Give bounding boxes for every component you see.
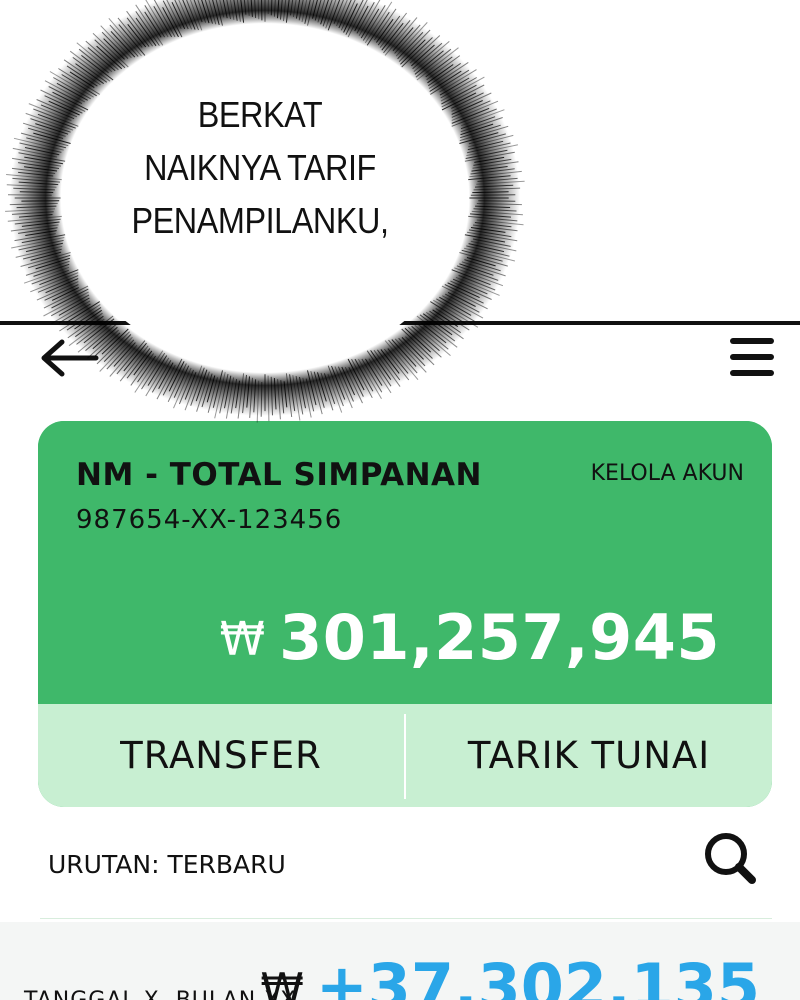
transfer-button[interactable]: TRANSFER [38,704,404,807]
currency-symbol: ₩ [260,964,304,1000]
speech-line: BERKAT [197,94,323,135]
hamburger-menu-icon [730,354,774,360]
withdraw-cash-button[interactable]: TARIK TUNAI [406,704,772,807]
account-number: 987654-XX-123456 [76,505,343,535]
transaction-amount-value: +37,302,135 [315,950,760,1000]
phone-screen: BERKAT NAIKNYA TARIF PENAMPILANKU, NM - … [0,0,800,1000]
account-card: NM - TOTAL SIMPANAN 987654-XX-123456 KEL… [38,421,772,807]
search-button[interactable] [700,828,760,888]
hamburger-menu-icon [730,338,774,344]
list-divider [40,918,772,919]
search-icon [705,833,756,884]
speech-bubble-text: BERKAT NAIKNYA TARIF PENAMPILANKU, [94,88,427,247]
hamburger-menu-icon [730,370,774,376]
transaction-amount: ₩ +37,302,135 [260,950,760,1000]
balance-amount: 301,257,945 [279,601,720,674]
transaction-date: TANGGAL X, BULAN XX [24,988,296,1000]
manage-account-link[interactable]: KELOLA AKUN [591,461,744,486]
account-actions: TRANSFER TARIK TUNAI [38,704,772,807]
speech-line: PENAMPILANKU, [131,200,389,241]
currency-symbol: ₩ [219,612,266,666]
speech-bubble: BERKAT NAIKNYA TARIF PENAMPILANKU, [0,0,530,430]
sort-order-label[interactable]: URUTAN: TERBARU [48,850,286,879]
speech-line: NAIKNYA TARIF [144,147,376,188]
account-balance: ₩301,257,945 [220,601,720,674]
account-name: NM - TOTAL SIMPANAN [76,457,482,493]
account-summary: NM - TOTAL SIMPANAN 987654-XX-123456 KEL… [38,421,772,704]
menu-button[interactable] [728,336,776,380]
